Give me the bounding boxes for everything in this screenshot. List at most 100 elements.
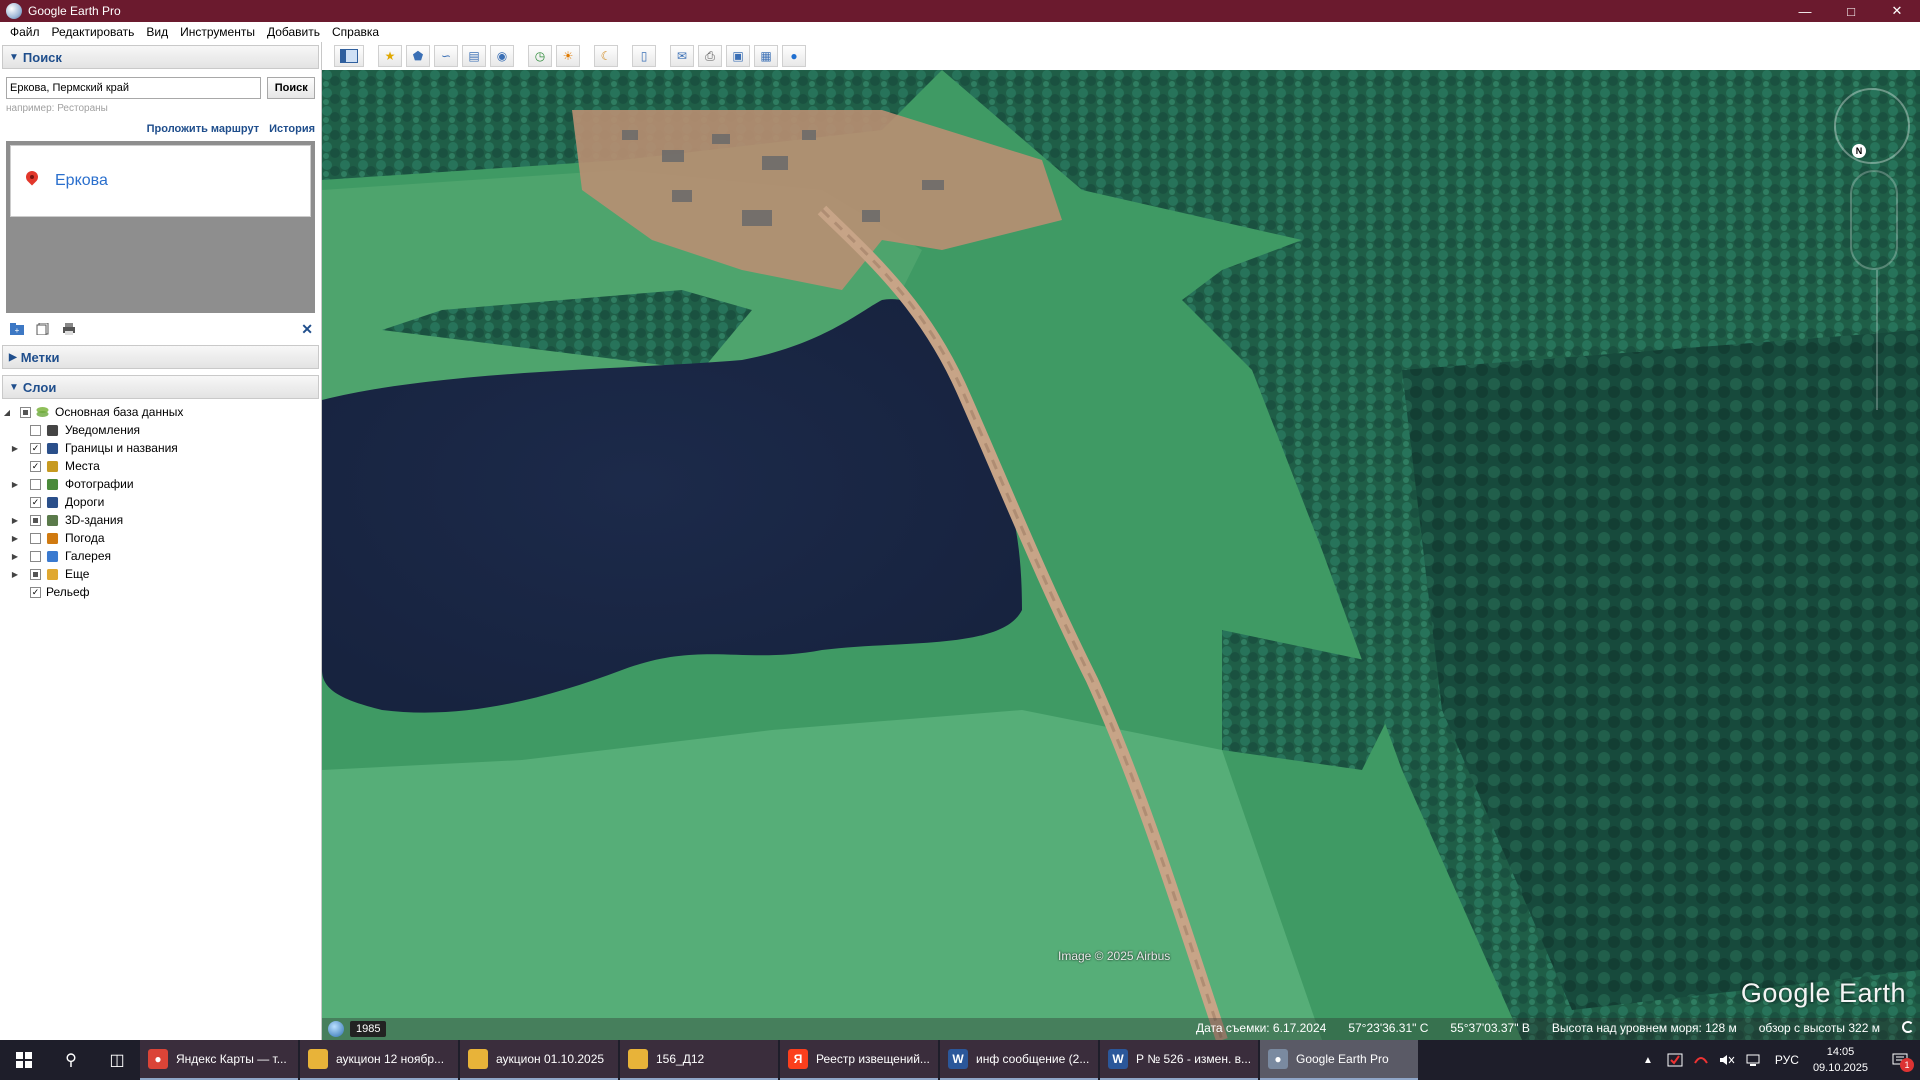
expand-triangle-icon[interactable]: ▶ [10, 444, 20, 453]
ruler-icon[interactable]: ▯ [632, 45, 656, 67]
taskbar-app-label: аукцион 12 ноябр... [336, 1052, 445, 1066]
collapse-icon[interactable]: ◢ [2, 408, 12, 417]
layer-item[interactable]: Уведомления [0, 421, 321, 439]
sunlight-icon[interactable]: ☀ [556, 45, 580, 67]
print-icon[interactable]: ⎙ [698, 45, 722, 67]
north-icon[interactable]: N [1852, 144, 1866, 158]
taskbar-app-button[interactable]: ● Google Earth Pro [1260, 1040, 1418, 1080]
search-panel-header[interactable]: ▼ Поиск [2, 45, 319, 69]
layer-item[interactable]: ▶ Еще [0, 565, 321, 583]
clock[interactable]: 14:05 09.10.2025 [1813, 1044, 1868, 1076]
taskbar-app-button[interactable]: W Р № 526 - измен. в... [1100, 1040, 1258, 1080]
copy-icon[interactable] [36, 323, 50, 335]
email-icon[interactable]: ✉ [670, 45, 694, 67]
record-tour-icon[interactable]: ◉ [490, 45, 514, 67]
placemark-pin-icon [25, 171, 39, 191]
save-image-icon[interactable]: ▣ [726, 45, 750, 67]
add-overlay-icon[interactable]: ▤ [462, 45, 486, 67]
layer-checkbox[interactable] [30, 568, 41, 580]
layer-terrain[interactable]: ✓ Рельеф [0, 583, 321, 601]
expand-triangle-icon[interactable]: ▶ [10, 570, 20, 579]
add-folder-icon[interactable]: + [10, 323, 24, 335]
sidebar-toggle-icon[interactable] [334, 45, 364, 67]
places-panel-header[interactable]: ▶ Метки [2, 345, 319, 369]
start-button[interactable] [0, 1040, 48, 1080]
layer-item[interactable]: ▶ Галерея [0, 547, 321, 565]
notifications-icon[interactable]: 1 [1880, 1040, 1920, 1080]
layer-checkbox[interactable]: ✓ [30, 496, 41, 508]
layers-panel-header[interactable]: ▼ Слои [2, 375, 319, 399]
layer-checkbox[interactable] [30, 550, 41, 562]
layer-checkbox[interactable] [30, 478, 41, 490]
taskbar-app-button[interactable]: 156_Д12 [620, 1040, 778, 1080]
historical-imagery-icon[interactable]: ◷ [528, 45, 552, 67]
zoom-slider[interactable] [1876, 270, 1878, 410]
taskbar-app-button[interactable]: ● Яндекс Карты — т... [140, 1040, 298, 1080]
minimize-button[interactable]: — [1782, 0, 1828, 22]
taskbar-app-button[interactable]: Я Реестр извещений... [780, 1040, 938, 1080]
layer-label: Уведомления [65, 423, 141, 437]
print-icon[interactable] [62, 323, 76, 335]
earth-view-icon[interactable]: ● [782, 45, 806, 67]
layer-checkbox[interactable]: ✓ [30, 460, 41, 472]
layer-checkbox[interactable]: ✓ [30, 586, 41, 598]
map-view[interactable]: N Image © 2025 Airbus Google Earth 1985 … [322, 70, 1920, 1040]
directions-link[interactable]: Проложить маршрут [147, 123, 259, 135]
search-input[interactable] [6, 77, 262, 99]
language-indicator[interactable]: РУС [1775, 1053, 1799, 1067]
menu-file[interactable]: Файл [4, 25, 46, 39]
planets-icon[interactable]: ☾ [594, 45, 618, 67]
add-placemark-icon[interactable]: ★ [378, 45, 402, 67]
layer-root[interactable]: ◢ Основная база данных [0, 403, 321, 421]
layer-label: Фотографии [65, 477, 134, 491]
historical-imagery-globe-icon[interactable] [328, 1021, 344, 1037]
menu-view[interactable]: Вид [140, 25, 174, 39]
imagery-year[interactable]: 1985 [350, 1021, 387, 1037]
taskbar-app-label: Р № 526 - измен. в... [1136, 1052, 1252, 1066]
expand-triangle-icon[interactable]: ▶ [10, 534, 20, 543]
network-alert-icon[interactable] [1693, 1053, 1709, 1067]
search-result-item[interactable]: Еркова [10, 145, 311, 217]
antivirus-icon[interactable] [1667, 1053, 1683, 1067]
expand-triangle-icon[interactable]: ▶ [10, 516, 20, 525]
history-link[interactable]: История [269, 123, 315, 135]
search-button[interactable]: Поиск [267, 77, 315, 99]
volume-muted-icon[interactable] [1719, 1053, 1735, 1067]
search-icon[interactable]: ⚲ [48, 1040, 94, 1080]
taskbar-app-button[interactable]: Wинф сообщение (2... [940, 1040, 1098, 1080]
layer-checkbox[interactable] [30, 532, 41, 544]
layer-item[interactable]: ▶ Погода [0, 529, 321, 547]
layer-checkbox[interactable] [20, 406, 31, 418]
layer-checkbox[interactable]: ✓ [30, 442, 41, 454]
clear-search-icon[interactable]: ✕ [301, 321, 313, 338]
layer-item[interactable]: ▶ 3D-здания [0, 511, 321, 529]
layer-checkbox[interactable] [30, 514, 41, 526]
network-icon[interactable] [1745, 1053, 1761, 1067]
taskbar-app-button[interactable]: аукцион 12 ноябр... [300, 1040, 458, 1080]
menu-edit[interactable]: Редактировать [46, 25, 141, 39]
view-maps-icon[interactable]: ▦ [754, 45, 778, 67]
satellite-imagery[interactable] [322, 70, 1920, 1040]
menu-tools[interactable]: Инструменты [174, 25, 261, 39]
show-hidden-icons-icon[interactable]: ▲ [1643, 1055, 1653, 1066]
expand-triangle-icon[interactable]: ▶ [10, 480, 20, 489]
layer-checkbox[interactable] [30, 424, 41, 436]
layer-item[interactable]: ✓ Дороги [0, 493, 321, 511]
close-button[interactable]: ✕ [1874, 0, 1920, 22]
layer-item[interactable]: ▶ Фотографии [0, 475, 321, 493]
expand-triangle-icon[interactable]: ▶ [10, 552, 20, 561]
layer-item[interactable]: ✓ Места [0, 457, 321, 475]
menu-help[interactable]: Справка [326, 25, 385, 39]
add-polygon-icon[interactable]: ⬟ [406, 45, 430, 67]
add-path-icon[interactable]: ∽ [434, 45, 458, 67]
menu-add[interactable]: Добавить [261, 25, 326, 39]
taskbar-app-label: аукцион 01.10.2025 [496, 1052, 605, 1066]
compass-control[interactable] [1834, 88, 1910, 164]
maximize-button[interactable]: □ [1828, 0, 1874, 22]
look-control[interactable] [1850, 170, 1898, 270]
notification-count: 1 [1900, 1058, 1914, 1072]
layer-item[interactable]: ▶ ✓ Границы и названия [0, 439, 321, 457]
taskbar-app-button[interactable]: аукцион 01.10.2025 [460, 1040, 618, 1080]
search-result-label[interactable]: Еркова [55, 172, 108, 190]
task-view-icon[interactable]: ◫ [94, 1040, 140, 1080]
